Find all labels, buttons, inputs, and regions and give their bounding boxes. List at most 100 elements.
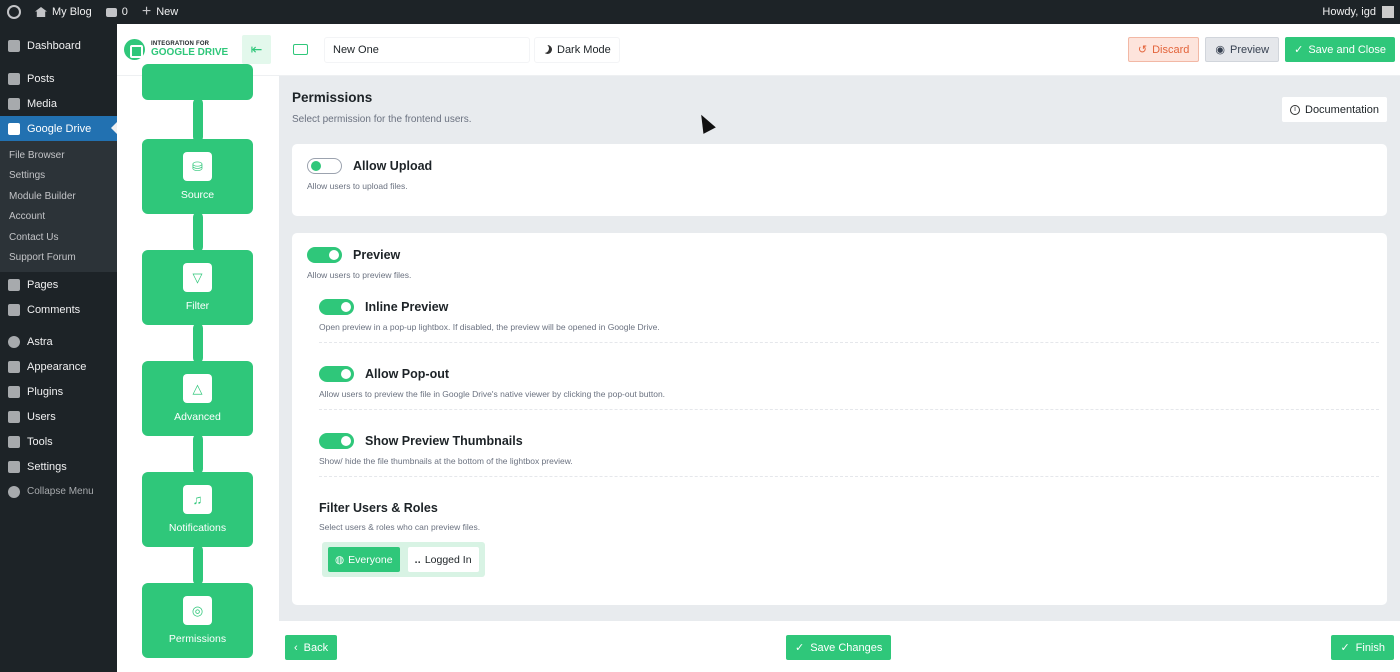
menu-label: Posts xyxy=(27,72,55,85)
filter-icon: ▽ xyxy=(183,263,212,292)
finish-label: Finish xyxy=(1355,641,1385,654)
page-subtitle: Select permission for the frontend users… xyxy=(292,114,472,125)
menu-label: Astra xyxy=(27,335,53,348)
plug-icon xyxy=(8,385,20,398)
discard-button[interactable]: ↺ Discard xyxy=(1127,37,1200,62)
eye-icon: ◉ xyxy=(1215,44,1225,56)
menu-item-dashboard[interactable]: Dashboard xyxy=(0,33,117,58)
submenu-contact-us[interactable]: Contact Us xyxy=(0,227,117,248)
show-thumbnails-toggle[interactable] xyxy=(319,433,354,449)
account-menu[interactable]: Howdy, igd xyxy=(1322,6,1400,18)
comments-link[interactable]: 0 xyxy=(99,0,135,24)
show-thumbnails-desc: Show/ hide the file thumbnails at the bo… xyxy=(319,456,573,466)
finish-button[interactable]: ✓ Finish xyxy=(1331,635,1394,660)
avatar xyxy=(1382,6,1394,18)
step-connector xyxy=(193,545,203,585)
documentation-button[interactable]: i Documentation xyxy=(1282,97,1387,122)
media-icon xyxy=(8,97,20,110)
save-changes-button[interactable]: ✓ Save Changes xyxy=(786,635,892,660)
site-name-link[interactable]: My Blog xyxy=(28,0,99,24)
dark-mode-label: Dark Mode xyxy=(557,43,611,56)
step-label: Notifications xyxy=(168,522,227,534)
permissions-panel: Permissions Select permission for the fr… xyxy=(279,76,1400,621)
eye-settings-icon: ◎ xyxy=(183,596,212,625)
shapes-icon: △ xyxy=(183,374,212,403)
preview-label: Preview xyxy=(353,248,401,262)
check-icon: ✓ xyxy=(1294,44,1304,56)
save-close-label: Save and Close xyxy=(1308,43,1386,56)
allow-popout-desc: Allow users to preview the file in Googl… xyxy=(319,389,666,399)
settings-icon xyxy=(8,460,20,473)
step-filter[interactable]: ▽ Filter xyxy=(142,250,253,325)
wordpress-logo-button[interactable] xyxy=(0,0,28,24)
step-label: Advanced xyxy=(174,411,221,423)
menu-label: Google Drive xyxy=(27,122,92,135)
wrench-icon xyxy=(8,435,20,448)
menu-item-plugins[interactable]: Plugins xyxy=(0,379,117,404)
menu-item-settings[interactable]: Settings xyxy=(0,454,117,479)
submenu-file-browser[interactable]: File Browser xyxy=(0,145,117,166)
collapse-sidebar-button[interactable]: ⇤ xyxy=(242,35,271,64)
comments-icon xyxy=(8,303,20,316)
footer-bar: ‹ Back ✓ Save Changes ✓ Finish xyxy=(279,621,1400,672)
preview-button[interactable]: ◉ Preview xyxy=(1205,37,1280,62)
role-everyone-button[interactable]: ◍ Everyone xyxy=(328,547,400,572)
step-connector xyxy=(193,98,203,142)
users-icon xyxy=(8,410,20,423)
inline-preview-desc: Open preview in a pop-up lightbox. If di… xyxy=(319,322,660,332)
step-notifications[interactable]: ♫ Notifications xyxy=(142,472,253,547)
submenu-support-forum[interactable]: Support Forum xyxy=(0,248,117,269)
menu-item-appearance[interactable]: Appearance xyxy=(0,354,117,379)
dark-mode-toggle[interactable]: Dark Mode xyxy=(534,36,620,63)
check-icon: ✓ xyxy=(795,642,805,654)
pin-icon xyxy=(8,72,20,85)
brush-icon xyxy=(8,360,20,373)
menu-label: Collapse Menu xyxy=(27,486,94,497)
menu-item-astra[interactable]: Astra xyxy=(0,329,117,354)
step-label: Source xyxy=(180,189,215,201)
menu-item-google-drive[interactable]: Google Drive xyxy=(0,116,117,141)
inline-preview-label: Inline Preview xyxy=(365,300,449,314)
group-icon: ꓸꓸ xyxy=(414,553,421,566)
submenu-settings[interactable]: Settings xyxy=(0,166,117,187)
step-label: Filter xyxy=(185,300,210,312)
show-thumbnails-label: Show Preview Thumbnails xyxy=(365,434,523,448)
step-permissions[interactable]: ◎ Permissions xyxy=(142,583,253,658)
allow-popout-label: Allow Pop-out xyxy=(365,367,450,381)
pages-icon xyxy=(8,278,20,291)
step-previous-partial[interactable] xyxy=(142,64,253,100)
menu-label: Dashboard xyxy=(27,39,81,52)
role-everyone-label: Everyone xyxy=(348,553,393,566)
collapse-icon xyxy=(8,485,20,498)
plus-icon: + xyxy=(141,3,152,20)
back-button[interactable]: ‹ Back xyxy=(285,635,338,660)
preview-toggle[interactable] xyxy=(307,247,342,263)
menu-item-users[interactable]: Users xyxy=(0,404,117,429)
steps-nav: ⛁ Source ▽ Filter △ Advanced ♫ Notificat… xyxy=(117,64,279,672)
step-advanced[interactable]: △ Advanced xyxy=(142,361,253,436)
chevron-left-icon: ‹ xyxy=(294,641,298,654)
menu-item-pages[interactable]: Pages xyxy=(0,272,117,297)
menu-item-collapse[interactable]: Collapse Menu xyxy=(0,479,117,504)
menu-item-posts[interactable]: Posts xyxy=(0,66,117,91)
menu-item-comments[interactable]: Comments xyxy=(0,297,117,322)
menu-item-media[interactable]: Media xyxy=(0,91,117,116)
allow-popout-toggle[interactable] xyxy=(319,366,354,382)
inline-preview-toggle[interactable] xyxy=(319,299,354,315)
step-connector xyxy=(193,323,203,363)
role-logged-in-button[interactable]: ꓸꓸ Logged In xyxy=(407,547,479,572)
bell-icon: ♫ xyxy=(183,485,212,514)
save-changes-label: Save Changes xyxy=(810,641,883,654)
menu-item-tools[interactable]: Tools xyxy=(0,429,117,454)
step-source[interactable]: ⛁ Source xyxy=(142,139,253,214)
submenu-module-builder[interactable]: Module Builder xyxy=(0,186,117,207)
allow-upload-toggle[interactable] xyxy=(307,158,342,174)
allow-upload-desc: Allow users to upload files. xyxy=(307,181,408,191)
submenu-account[interactable]: Account xyxy=(0,207,117,228)
menu-label: Settings xyxy=(27,460,67,473)
step-connector xyxy=(193,434,203,474)
role-logged-in-label: Logged In xyxy=(424,553,472,566)
save-and-close-button[interactable]: ✓ Save and Close xyxy=(1285,37,1395,62)
new-content-link[interactable]: + New xyxy=(135,0,185,24)
module-title-input[interactable] xyxy=(324,36,530,63)
